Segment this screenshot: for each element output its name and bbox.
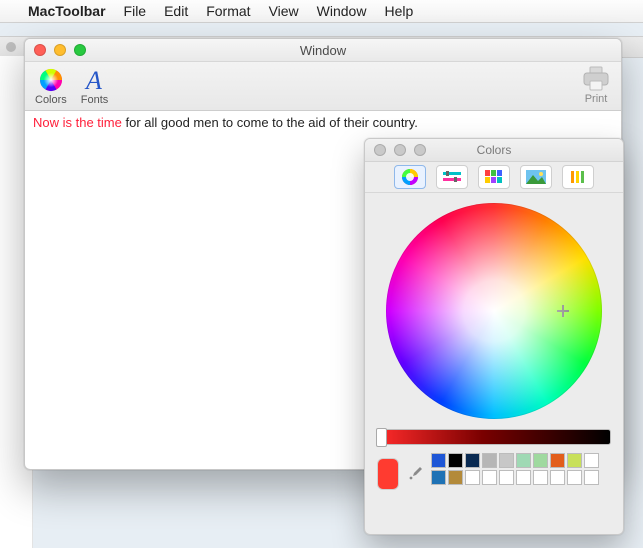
colors-panel: Colors <box>364 138 624 535</box>
colors-panel-titlebar[interactable]: Colors <box>365 139 623 162</box>
menu-format[interactable]: Format <box>206 3 250 19</box>
palette-swatch[interactable] <box>431 470 446 485</box>
palette-swatch[interactable] <box>516 453 531 468</box>
window-minimize-button[interactable] <box>54 44 66 56</box>
toolbar-fonts-label: Fonts <box>81 94 109 106</box>
tab-pencils[interactable] <box>562 165 594 189</box>
window-toolbar: Colors A Fonts Print <box>25 62 621 111</box>
toolbar-fonts-button[interactable]: A Fonts <box>81 67 109 106</box>
menu-help[interactable]: Help <box>384 3 413 19</box>
window-traffic-lights <box>25 44 86 56</box>
palette-swatch[interactable] <box>499 453 514 468</box>
colors-panel-zoom-button[interactable] <box>414 144 426 156</box>
colors-panel-tabs <box>365 162 623 193</box>
color-palette-grid <box>431 453 599 485</box>
tab-color-palettes[interactable] <box>478 165 510 189</box>
tab-color-sliders[interactable] <box>436 165 468 189</box>
system-menubar: MacToolbar File Edit Format View Window … <box>0 0 643 23</box>
window-zoom-button[interactable] <box>74 44 86 56</box>
tab-color-wheel[interactable] <box>394 165 426 189</box>
brightness-slider[interactable] <box>377 429 611 445</box>
current-color-swatch[interactable] <box>377 458 399 490</box>
document-rest-text: for all good men to come to the aid of t… <box>122 115 418 130</box>
document-text-area[interactable]: Now is the time for all good men to come… <box>25 111 621 136</box>
tab-image-palettes[interactable] <box>520 165 552 189</box>
palette-swatch[interactable] <box>482 470 497 485</box>
colors-panel-traffic-lights <box>365 144 426 156</box>
fonts-icon: A <box>82 67 108 93</box>
palette-swatch[interactable] <box>567 453 582 468</box>
toolbar-colors-label: Colors <box>35 94 67 106</box>
menu-file[interactable]: File <box>124 3 147 19</box>
window-titlebar[interactable]: Window <box>25 39 621 62</box>
palette-swatch[interactable] <box>533 453 548 468</box>
app-menu[interactable]: MacToolbar <box>28 3 106 19</box>
color-wheel-marker[interactable] <box>557 305 569 317</box>
swatch-row <box>365 453 623 501</box>
color-wheel[interactable] <box>386 203 602 419</box>
color-wheel-area <box>365 193 623 425</box>
color-wheel-icon <box>38 67 64 93</box>
palette-swatch[interactable] <box>550 453 565 468</box>
window-close-button[interactable] <box>34 44 46 56</box>
palette-swatch[interactable] <box>567 470 582 485</box>
colors-panel-minimize-button[interactable] <box>394 144 406 156</box>
palette-swatch[interactable] <box>533 470 548 485</box>
palette-swatch[interactable] <box>431 453 446 468</box>
toolbar-print-label: Print <box>585 93 608 105</box>
palette-swatch[interactable] <box>448 453 463 468</box>
eyedropper-button[interactable] <box>407 465 423 483</box>
palette-swatch[interactable] <box>584 470 599 485</box>
printer-icon <box>581 66 611 92</box>
palette-swatch[interactable] <box>482 453 497 468</box>
palette-swatch[interactable] <box>465 453 480 468</box>
brightness-slider-knob[interactable] <box>376 428 387 447</box>
svg-text:A: A <box>84 67 102 93</box>
document-highlight-text: Now is the time <box>33 115 122 130</box>
palette-swatch[interactable] <box>499 470 514 485</box>
toolbar-colors-button[interactable]: Colors <box>35 67 67 106</box>
menu-window[interactable]: Window <box>317 3 367 19</box>
palette-swatch[interactable] <box>448 470 463 485</box>
palette-swatch[interactable] <box>516 470 531 485</box>
palette-swatch[interactable] <box>584 453 599 468</box>
menu-view[interactable]: View <box>269 3 299 19</box>
palette-swatch[interactable] <box>465 470 480 485</box>
toolbar-print-button[interactable]: Print <box>581 66 611 105</box>
palette-swatch[interactable] <box>550 470 565 485</box>
colors-panel-close-button[interactable] <box>374 144 386 156</box>
window-title: Window <box>25 43 621 58</box>
menu-edit[interactable]: Edit <box>164 3 188 19</box>
